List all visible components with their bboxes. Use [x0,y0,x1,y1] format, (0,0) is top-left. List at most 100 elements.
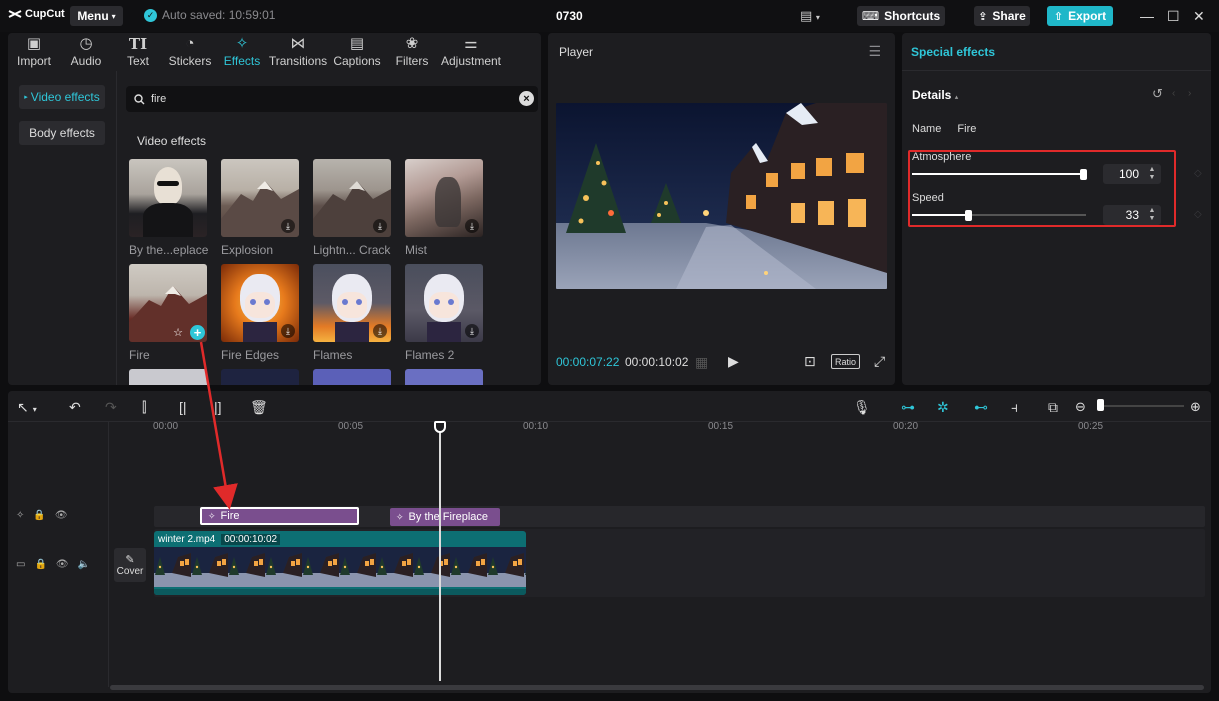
effect-thumbnail-partial[interactable] [221,369,299,385]
microphone-icon[interactable]: 🎙 [853,399,871,416]
cover-button[interactable]: ✎ Cover [114,548,146,582]
playhead[interactable] [439,421,441,681]
share-button[interactable]: ⇪ Share [974,6,1030,26]
menu-button[interactable]: Menu ▾ [70,6,123,26]
select-cursor-icon[interactable]: ↖ ▾ [17,399,37,416]
tab-effects[interactable]: ✧ Effects [216,33,268,71]
undo-icon[interactable]: ↶ [69,399,81,416]
effect-thumbnail-partial[interactable] [313,369,391,385]
download-icon[interactable]: ⤓ [281,324,295,338]
search-box[interactable]: × [126,86,538,112]
keyframe-icon[interactable]: ◇ [1194,168,1202,179]
shortcuts-button[interactable]: ⌨ Shortcuts [857,6,945,26]
effect-thumbnail-partial[interactable] [405,369,483,385]
trim-left-icon[interactable]: [| [179,399,187,415]
timeline-grid-icon[interactable]: ▦ [695,354,708,371]
timeline-scrollbar[interactable] [110,685,1204,690]
effect-name-value: Fire [957,123,977,135]
ratio-button[interactable]: Ratio [831,354,860,369]
hamburger-menu-icon[interactable]: ☰ [868,43,881,60]
visibility-icon[interactable]: 👁 [55,510,68,521]
effect-thumbnail-partial[interactable] [129,369,207,385]
sidebar-item-video-effects[interactable]: ▸ Video effects [19,85,105,109]
trim-right-icon[interactable]: |] [214,399,222,415]
atmosphere-value-input[interactable]: 100 ▲ ▼ [1103,164,1161,184]
app-logo: CupCut [8,8,65,20]
download-icon[interactable]: ⤓ [465,219,479,233]
track-header-divider [108,421,109,687]
effect-card[interactable]: ⤓ Lightn... Crack [313,159,391,257]
expand-icon[interactable]: ⤢ [874,353,885,370]
timeline-panel: ↖ ▾ ↶ ↷ ⫿ [| |] 🗑 🎙 ⊶ ✲ ⊷ ⫞ ⧉ ⊖ ⊕ 00:00 0… [8,391,1211,693]
delete-icon[interactable]: 🗑 [250,399,268,416]
layout-icon[interactable]: ▤ ▾ [800,8,820,24]
tab-filters[interactable]: ❀ Filters [386,33,438,71]
minimize-icon[interactable]: — [1140,8,1154,24]
auto-snap-icon[interactable]: ✲ [937,399,949,416]
screenshot-icon[interactable]: ⧉ [1048,399,1058,416]
stepper-icon[interactable]: ▲ ▼ [1146,207,1158,223]
effect-card[interactable]: By the...eplace [129,159,208,257]
speed-slider-handle[interactable] [965,210,973,221]
stepper-icon[interactable]: ▲ ▼ [1146,166,1158,182]
speed-value-input[interactable]: 33 ▲ ▼ [1103,205,1161,225]
lock-icon[interactable]: 🔒 [33,510,45,521]
effect-card[interactable]: ⤓ Fire Edges [221,264,299,362]
video-preview[interactable] [556,103,887,289]
visibility-icon[interactable]: 👁 [56,559,69,570]
tab-stickers[interactable]: ◔ Stickers [164,33,216,71]
effect-card[interactable]: ☆ + Fire [129,264,207,362]
next-keyframe-icon: › [1188,88,1192,99]
tab-captions[interactable]: ▤ Captions [328,33,386,71]
add-to-timeline-icon[interactable]: + [190,325,205,340]
effect-card[interactable]: ⤓ Mist [405,159,483,257]
mute-icon[interactable]: 🔈 [78,559,90,570]
tab-import[interactable]: ▣ Import [8,33,60,71]
split-icon[interactable]: ⫿ [142,399,146,416]
effect-thumbnail: ⤓ [405,264,483,342]
tab-adjustment[interactable]: ⚌ Adjustment [438,33,504,71]
export-button[interactable]: ⇧ Export [1047,6,1113,26]
tab-transitions[interactable]: ⋈ Transitions [268,33,328,71]
details-section-title[interactable]: Details ▴ [912,88,958,102]
maximize-icon[interactable]: ☐ [1167,8,1180,25]
main-track-magnet-icon[interactable]: ⊶ [901,399,915,416]
fx-clip-fire[interactable]: ✧ Fire [200,507,359,525]
keyframe-icon[interactable]: ◇ [1194,209,1202,220]
effect-card[interactable]: ⤓ Flames [313,264,391,362]
effect-card[interactable]: ⤓ Flames 2 [405,264,483,362]
search-input[interactable] [151,93,511,105]
tab-text[interactable]: TI Text [112,33,164,71]
video-clip[interactable]: winter 2.mp4 00:00:10:02 [154,531,526,595]
fullscreen-crop-icon[interactable]: ⊡ [804,353,816,370]
play-icon[interactable]: ▶ [728,353,739,370]
video-track-controls: ▭ 🔒 👁 🔈 [16,559,90,570]
prev-keyframe-icon: ‹ [1172,88,1176,99]
atmosphere-slider-handle[interactable] [1080,169,1087,180]
download-icon[interactable]: ⤓ [465,324,479,338]
close-icon[interactable]: ✕ [1193,8,1205,25]
effect-card[interactable]: ⤓ Explosion [221,159,299,257]
reset-icon[interactable]: ↺ [1152,86,1163,102]
tab-audio[interactable]: ◷ Audio [60,33,112,71]
speed-slider-fill [912,214,970,216]
properties-title[interactable]: Special effects [911,45,995,59]
effect-thumbnail: ⤓ [221,159,299,237]
zoom-out-icon[interactable]: ⊖ [1075,399,1086,415]
time-ruler[interactable]: 00:00 00:05 00:10 00:15 00:20 00:25 [153,421,1203,435]
playhead-handle[interactable] [434,421,446,433]
download-icon[interactable]: ⤓ [373,324,387,338]
download-icon[interactable]: ⤓ [281,219,295,233]
zoom-slider-handle[interactable] [1097,399,1104,411]
download-icon[interactable]: ⤓ [373,219,387,233]
clear-search-icon[interactable]: × [519,91,534,106]
zoom-slider[interactable] [1098,405,1184,407]
fx-clip-by-the-fireplace[interactable]: ✧ By the Fireplace [390,508,500,526]
sidebar-item-body-effects[interactable]: Body effects [19,121,105,145]
lock-icon[interactable]: 🔒 [34,559,46,570]
favorite-star-icon[interactable]: ☆ [171,325,185,339]
preview-axis-icon[interactable]: ⫞ [1011,399,1018,416]
effect-thumbnail: ⤓ [405,159,483,237]
linkage-icon[interactable]: ⊷ [974,399,988,416]
zoom-in-icon[interactable]: ⊕ [1190,399,1201,415]
